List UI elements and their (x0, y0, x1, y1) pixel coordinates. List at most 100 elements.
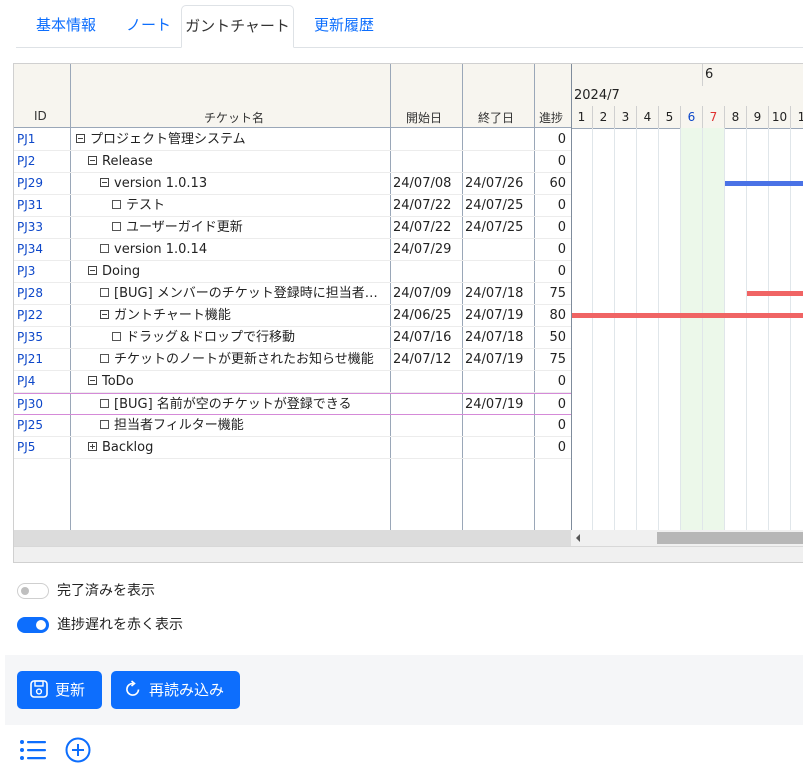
table-row[interactable]: PJ1 プロジェクト管理システム 0 (14, 129, 571, 151)
ticket-name[interactable]: チケットのノートが更新されたお知らせ機能 (76, 349, 412, 370)
table-row[interactable]: PJ22 ガントチャート機能 24/06/25 24/07/19 80 (14, 305, 571, 327)
ticket-id[interactable]: PJ31 (17, 195, 69, 216)
update-button[interactable]: 更新 (17, 671, 102, 709)
ticket-name[interactable]: [BUG] メンバーのチケット登録時に担当者… (76, 283, 412, 304)
start-date[interactable] (393, 415, 463, 436)
progress-value[interactable]: 0 (536, 371, 566, 392)
progress-value[interactable]: 75 (536, 283, 566, 304)
progress-value[interactable]: 0 (536, 217, 566, 238)
table-row[interactable]: PJ31 テスト 24/07/22 24/07/25 0 (14, 195, 571, 217)
add-circle-icon[interactable] (65, 737, 91, 763)
end-date[interactable]: 24/07/18 (465, 327, 535, 348)
table-row[interactable]: PJ5 Backlog 0 (14, 437, 571, 459)
table-row[interactable]: PJ2 Release 0 (14, 151, 571, 173)
ticket-name[interactable]: ToDo (76, 371, 400, 392)
table-row[interactable]: PJ3 Doing 0 (14, 261, 571, 283)
ticket-name[interactable]: ドラッグ＆ドロップで行移動 (76, 327, 424, 348)
progress-value[interactable]: 0 (536, 195, 566, 216)
start-date[interactable] (393, 261, 463, 282)
ticket-id[interactable]: PJ1 (17, 129, 69, 150)
start-date[interactable]: 24/07/08 (393, 173, 463, 194)
end-date[interactable] (465, 415, 535, 436)
ticket-name[interactable]: [BUG] 名前が空のチケットが登録できる (76, 394, 412, 415)
collapse-icon[interactable] (88, 376, 97, 385)
progress-value[interactable]: 0 (536, 129, 566, 150)
ticket-id[interactable]: PJ2 (17, 151, 69, 172)
ticket-name[interactable]: ユーザーガイド更新 (76, 217, 424, 238)
table-row[interactable]: PJ29 version 1.0.13 24/07/08 24/07/26 60 (14, 173, 571, 195)
progress-value[interactable]: 0 (536, 239, 566, 260)
toggle-show-completed[interactable]: 完了済みを表示 (17, 580, 155, 602)
task-bar[interactable] (747, 291, 803, 296)
progress-value[interactable]: 60 (536, 173, 566, 194)
start-date[interactable] (393, 151, 463, 172)
start-date[interactable]: 24/07/22 (393, 217, 463, 238)
end-date[interactable]: 24/07/26 (465, 173, 535, 194)
ticket-name[interactable]: プロジェクト管理システム (76, 129, 388, 150)
end-date[interactable] (465, 129, 535, 150)
start-date[interactable]: 24/07/22 (393, 195, 463, 216)
progress-value[interactable]: 50 (536, 327, 566, 348)
end-date[interactable]: 24/07/25 (465, 217, 535, 238)
table-row[interactable]: PJ33 ユーザーガイド更新 24/07/22 24/07/25 0 (14, 217, 571, 239)
ticket-id[interactable]: PJ22 (17, 305, 69, 326)
end-date[interactable] (465, 437, 535, 458)
chart-scrollbar[interactable] (571, 530, 803, 546)
switch-off-icon[interactable] (17, 583, 49, 599)
ticket-id[interactable]: PJ3 (17, 261, 69, 282)
ticket-id[interactable]: PJ30 (17, 394, 69, 415)
col-header-start[interactable]: 開始日 (406, 109, 442, 126)
end-date[interactable]: 24/07/19 (465, 349, 535, 370)
end-date[interactable]: 24/07/18 (465, 283, 535, 304)
ticket-name[interactable]: version 1.0.13 (76, 173, 412, 194)
list-icon[interactable] (19, 737, 47, 763)
ticket-name[interactable]: Release (76, 151, 400, 172)
end-date[interactable]: 24/07/25 (465, 195, 535, 216)
ticket-id[interactable]: PJ29 (17, 173, 69, 194)
table-row[interactable]: PJ34 version 1.0.14 24/07/29 0 (14, 239, 571, 261)
ticket-name[interactable]: version 1.0.14 (76, 239, 412, 260)
collapse-icon[interactable] (100, 178, 109, 187)
start-date[interactable] (393, 394, 463, 415)
collapse-icon[interactable] (100, 310, 109, 319)
collapse-icon[interactable] (88, 266, 97, 275)
scroll-thumb[interactable] (657, 532, 803, 544)
task-bar[interactable] (725, 181, 803, 186)
progress-value[interactable]: 75 (536, 349, 566, 370)
ticket-name[interactable]: Backlog (76, 437, 400, 458)
expand-icon[interactable] (88, 442, 97, 451)
ticket-id[interactable]: PJ34 (17, 239, 69, 260)
collapse-icon[interactable] (88, 156, 97, 165)
end-date[interactable] (465, 239, 535, 260)
col-header-name[interactable]: チケット名 (204, 109, 264, 126)
progress-value[interactable]: 80 (536, 305, 566, 326)
reload-button[interactable]: 再読み込み (111, 671, 240, 709)
table-row[interactable]: PJ4 ToDo 0 (14, 371, 571, 393)
ticket-id[interactable]: PJ28 (17, 283, 69, 304)
end-date[interactable] (465, 261, 535, 282)
end-date[interactable]: 24/07/19 (465, 305, 535, 326)
end-date[interactable] (465, 151, 535, 172)
progress-value[interactable]: 0 (536, 394, 566, 415)
ticket-id[interactable]: PJ21 (17, 349, 69, 370)
progress-value[interactable]: 0 (536, 261, 566, 282)
tab-history[interactable]: 更新履歴 (300, 5, 388, 46)
grid-scrollbar[interactable] (14, 530, 571, 546)
task-bar[interactable] (571, 313, 803, 318)
tab-notes[interactable]: ノート (116, 5, 181, 46)
start-date[interactable]: 24/07/29 (393, 239, 463, 260)
switch-on-icon[interactable] (17, 617, 49, 633)
col-header-end[interactable]: 終了日 (478, 109, 514, 126)
ticket-name[interactable]: Doing (76, 261, 400, 282)
ticket-id[interactable]: PJ4 (17, 371, 69, 392)
col-header-id[interactable]: ID (34, 109, 47, 123)
ticket-name[interactable]: 担当者フィルター機能 (76, 415, 412, 436)
table-row[interactable]: PJ35 ドラッグ＆ドロップで行移動 24/07/16 24/07/18 50 (14, 327, 571, 349)
progress-value[interactable]: 0 (536, 437, 566, 458)
table-row[interactable]: PJ30 [BUG] 名前が空のチケットが登録できる 24/07/19 0 (14, 393, 571, 415)
col-header-progress[interactable]: 進捗 (539, 109, 563, 126)
start-date[interactable]: 24/07/16 (393, 327, 463, 348)
ticket-id[interactable]: PJ35 (17, 327, 69, 348)
ticket-name[interactable]: テスト (76, 195, 424, 216)
ticket-name[interactable]: ガントチャート機能 (76, 305, 412, 326)
